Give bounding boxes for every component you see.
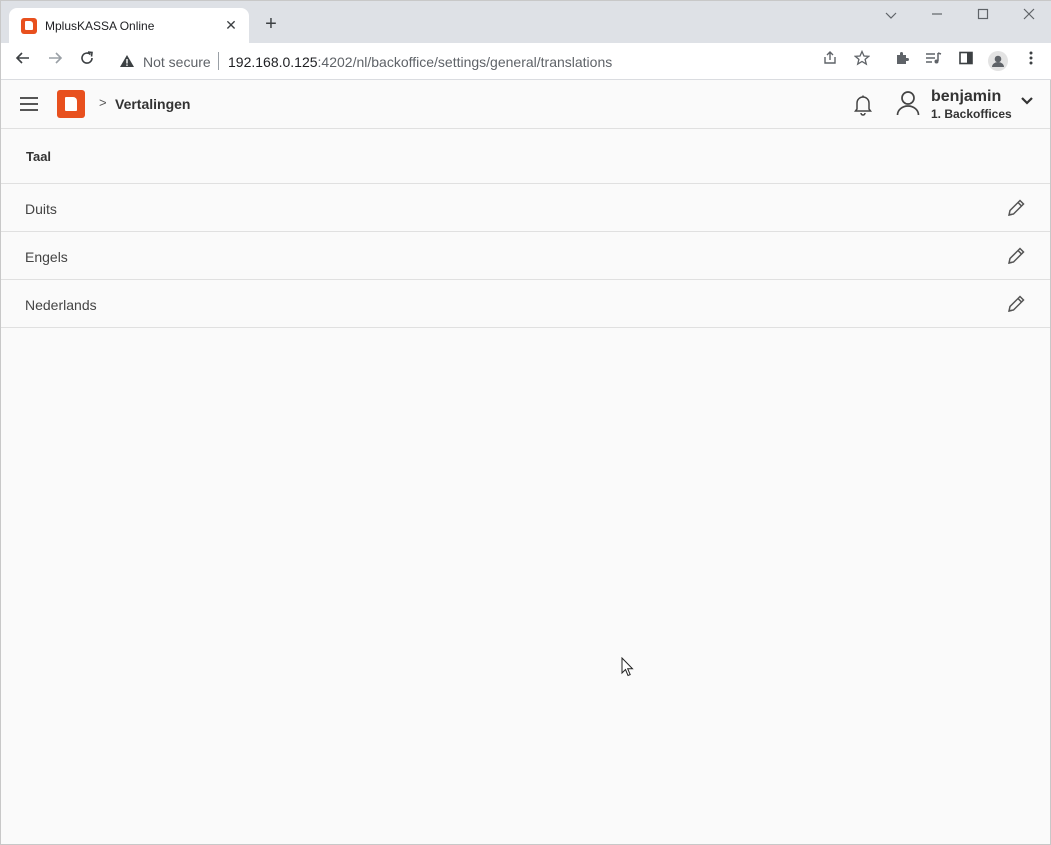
page-title: Vertalingen (115, 96, 191, 112)
mouse-cursor-icon (621, 657, 634, 677)
maximize-icon[interactable] (972, 5, 994, 27)
address-bar[interactable]: 192.168.0.125:4202/nl/backoffice/setting… (228, 54, 612, 70)
translations-table: Taal Duits Engels Nederlands (1, 129, 1050, 328)
side-panel-icon[interactable] (954, 50, 978, 74)
forward-arrow-icon[interactable] (43, 50, 67, 74)
mplus-logo[interactable] (57, 90, 85, 118)
back-arrow-icon[interactable] (11, 50, 35, 74)
language-label: Nederlands (25, 297, 97, 313)
profile-avatar-icon[interactable] (986, 50, 1010, 74)
browser-tab[interactable]: MplusKASSA Online ✕ (9, 8, 249, 43)
browser-toolbar: Not secure 192.168.0.125:4202/nl/backoff… (1, 43, 1051, 80)
browser-window: MplusKASSA Online ✕ + Not secure 192.168 (0, 0, 1051, 845)
browser-menu-icon[interactable] (1019, 50, 1043, 74)
reload-icon[interactable] (75, 50, 99, 74)
edit-pencil-icon[interactable] (1005, 293, 1027, 315)
edit-pencil-icon[interactable] (1005, 245, 1027, 267)
table-row[interactable]: Duits (1, 184, 1050, 232)
favicon-icon (21, 18, 37, 34)
table-row[interactable]: Nederlands (1, 280, 1050, 328)
language-label: Duits (25, 201, 57, 217)
media-controls-icon[interactable] (922, 50, 946, 74)
url-path: :4202/nl/backoffice/settings/general/tra… (317, 54, 613, 70)
new-tab-button[interactable]: + (261, 14, 281, 34)
tab-title: MplusKASSA Online (45, 19, 155, 33)
tab-close-icon[interactable]: ✕ (223, 17, 239, 33)
tab-search-icon[interactable] (880, 5, 902, 27)
minimize-icon[interactable] (926, 5, 948, 27)
table-header: Taal (1, 129, 1050, 184)
share-icon[interactable] (818, 50, 842, 74)
menu-hamburger-icon[interactable] (20, 97, 38, 111)
column-header-taal: Taal (26, 149, 52, 164)
security-label[interactable]: Not secure (143, 54, 211, 70)
edit-pencil-icon[interactable] (1005, 197, 1027, 219)
notifications-bell-icon[interactable] (853, 94, 873, 116)
warning-icon[interactable] (119, 54, 135, 68)
user-account-icon[interactable] (896, 90, 920, 116)
close-window-icon[interactable] (1018, 5, 1040, 27)
address-separator (218, 52, 219, 70)
user-role[interactable]: 1. Backoffices (931, 107, 1012, 121)
app-header: > Vertalingen benjamin 1. Backoffices (1, 80, 1050, 129)
user-name[interactable]: benjamin (931, 88, 1001, 106)
tab-strip: MplusKASSA Online ✕ + (1, 1, 1051, 43)
table-row[interactable]: Engels (1, 232, 1050, 280)
language-label: Engels (25, 249, 68, 265)
url-host: 192.168.0.125 (228, 54, 318, 70)
extensions-icon[interactable] (890, 50, 914, 74)
chevron-down-icon[interactable] (1020, 96, 1034, 106)
breadcrumb-chevron-icon: > (99, 95, 107, 110)
bookmark-star-icon[interactable] (850, 49, 874, 74)
